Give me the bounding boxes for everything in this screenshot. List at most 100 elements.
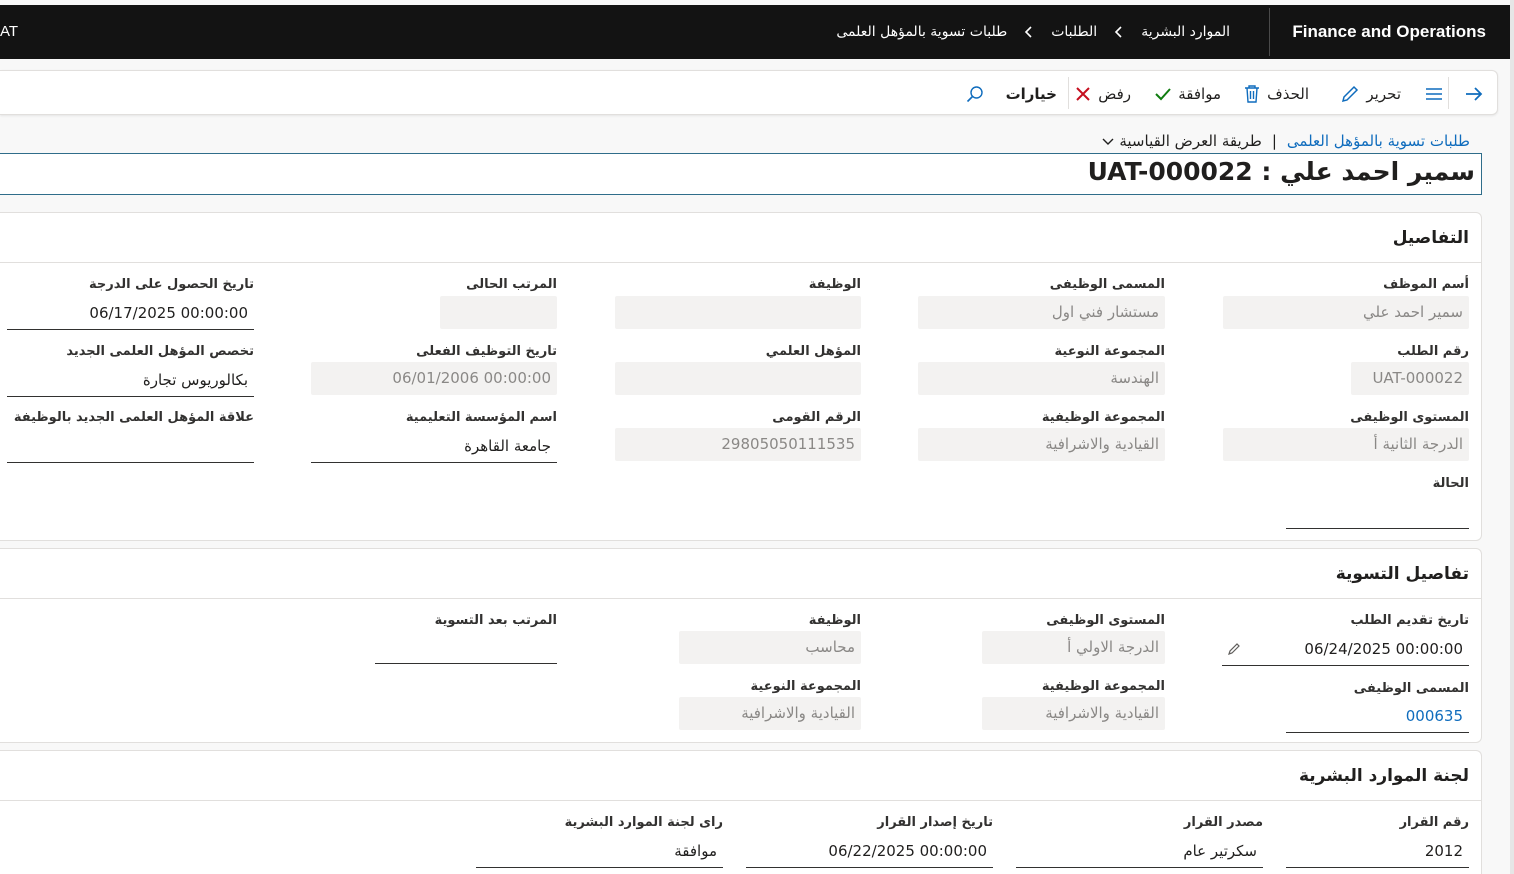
job-group-field: القيادية والاشرافية	[918, 428, 1165, 461]
hire-date-field: 06/01/2006 00:00:00	[311, 362, 557, 395]
record-title-box: سمير احمد علي : UAT-000022	[0, 153, 1482, 195]
section-divider	[0, 800, 1481, 801]
decision-number-label: رقم القرار	[1399, 815, 1469, 830]
details-section: التفاصيل أسم الموظف سمير احمد علي رقم ال…	[0, 212, 1482, 541]
menu-button[interactable]	[1423, 71, 1445, 116]
options-button[interactable]: خيارات	[1006, 71, 1057, 116]
request-number-field: UAT-000022	[1351, 362, 1469, 395]
qualification-field	[615, 362, 861, 395]
status-label: الحالة	[1432, 476, 1469, 491]
back-button[interactable]	[1463, 71, 1485, 116]
trash-icon	[1245, 84, 1260, 103]
settlement-job-group-label: المجموعة الوظيفية	[1041, 679, 1165, 694]
reject-button[interactable]: رفض	[1074, 71, 1131, 116]
hamburger-icon	[1426, 87, 1442, 100]
page-title: سمير احمد علي : UAT-000022	[1087, 157, 1475, 186]
view-label: طريقة العرض القياسية	[1119, 132, 1262, 150]
status-field[interactable]	[1286, 496, 1469, 529]
settlement-qualitative-group-label: المجموعة النوعية	[750, 679, 861, 694]
committee-opinion-field[interactable]: موافقة	[476, 835, 723, 868]
edit-label: تحرير	[1366, 84, 1401, 103]
settlement-job-level-label: المستوى الوظيفى	[1046, 613, 1165, 628]
new-specialization-field[interactable]: بكالوريوس تجارة	[7, 364, 254, 397]
toolbar-separator	[1448, 77, 1449, 109]
employee-name-label: أسم الموظف	[1383, 277, 1469, 292]
form-crumb-link[interactable]: طلبات تسوية بالمؤهل العلمى	[1287, 132, 1470, 150]
breadcrumb-item-requests[interactable]: الطلبات	[1051, 24, 1097, 40]
environment-label: AT	[0, 23, 19, 40]
submit-date-field[interactable]: 06/24/2025 00:00:00	[1222, 633, 1469, 666]
hire-date-label: تاريخ التوظيف الفعلى	[416, 344, 557, 359]
window-edge	[1510, 0, 1514, 874]
decision-number-field[interactable]: 2012	[1286, 835, 1469, 868]
settlement-section: تفاصيل التسوية تاريخ تقديم الطلب 06/24/2…	[0, 548, 1482, 743]
approve-label: موافقة	[1178, 84, 1221, 103]
relation-label: علاقة المؤهل العلمى الجديد بالوظيفة	[13, 410, 254, 425]
new-specialization-label: تخصص المؤهل العلمى الجديد	[66, 344, 254, 359]
breadcrumb-item-hr[interactable]: الموارد البشرية	[1141, 24, 1230, 40]
chevron-left-icon	[1115, 26, 1122, 38]
delete-label: الحذف	[1267, 84, 1309, 103]
position-field	[615, 296, 861, 329]
checkmark-icon	[1155, 87, 1171, 100]
settlement-position-field: محاسب	[679, 631, 861, 664]
decision-date-field[interactable]: 06/22/2025 00:00:00	[746, 835, 993, 868]
chevron-left-icon	[1025, 26, 1032, 38]
search-button[interactable]	[965, 71, 985, 116]
section-divider	[0, 262, 1481, 263]
degree-date-label: تاريخ الحصول على الدرجة	[89, 277, 254, 292]
toolbar-separator	[1068, 77, 1069, 109]
current-salary-label: المرتب الحالى	[466, 277, 557, 292]
settlement-job-title-field[interactable]: 000635	[1286, 700, 1469, 733]
job-title-label: المسمى الوظيفى	[1049, 277, 1165, 292]
request-number-label: رقم الطلب	[1397, 344, 1469, 359]
breadcrumb-item-qualification-requests[interactable]: طلبات تسوية بالمؤهل العلمى	[836, 24, 1007, 40]
degree-date-field[interactable]: 06/17/2025 00:00:00	[7, 297, 254, 330]
committee-opinion-label: راى لجنة الموارد البشرية	[564, 815, 723, 830]
view-selector[interactable]: طريقة العرض القياسية	[1101, 132, 1262, 150]
submit-date-label: تاريخ تقديم الطلب	[1350, 613, 1469, 628]
decision-source-label: مصدر القرار	[1183, 815, 1263, 830]
reject-label: رفض	[1098, 84, 1131, 103]
position-label: الوظيفة	[808, 277, 861, 292]
settlement-job-group-field: القيادية والاشرافية	[982, 697, 1165, 730]
job-level-field: الدرجة الثانية أ	[1223, 428, 1469, 461]
options-label: خيارات	[1005, 84, 1057, 103]
qualification-label: المؤهل العلمي	[765, 344, 861, 359]
form-breadcrumb: طلبات تسوية بالمؤهل العلمى | طريقة العرض…	[1101, 130, 1470, 152]
approve-button[interactable]: موافقة	[1154, 71, 1221, 116]
arrow-right-icon	[1466, 86, 1483, 101]
settlement-job-level-field: الدرجة الاولي أ	[982, 631, 1165, 664]
crumb-separator: |	[1271, 132, 1277, 150]
breadcrumb: الموارد البشرية الطلبات طلبات تسوية بالم…	[836, 5, 1230, 59]
settlement-position-label: الوظيفة	[808, 613, 861, 628]
employee-name-field: سمير احمد علي	[1223, 296, 1469, 329]
salary-after-label: المرتب بعد التسوية	[434, 613, 557, 628]
current-salary-field	[440, 296, 557, 329]
section-heading[interactable]: لجنة الموارد البشرية	[1299, 751, 1469, 801]
job-level-label: المستوى الوظيفى	[1350, 410, 1469, 425]
chevron-down-icon	[1102, 138, 1114, 145]
relation-field[interactable]	[7, 430, 254, 463]
national-id-field: 29805050111535	[615, 428, 861, 461]
national-id-label: الرقم القومى	[772, 410, 861, 425]
close-icon	[1076, 86, 1090, 101]
decision-date-label: تاريخ إصدار القرار	[877, 815, 993, 830]
job-title-field: مستشار فني اول	[918, 296, 1165, 329]
institution-label: اسم المؤسسة التعليمية	[405, 410, 557, 425]
delete-button[interactable]: الحذف	[1243, 71, 1309, 116]
qualitative-group-label: المجموعة النوعية	[1054, 344, 1165, 359]
qualitative-group-field: الهندسة	[918, 362, 1165, 395]
committee-section: لجنة الموارد البشرية رقم القرار 2012 مصد…	[0, 750, 1482, 874]
section-heading[interactable]: التفاصيل	[1393, 213, 1469, 263]
section-heading[interactable]: تفاصيل التسوية	[1336, 549, 1469, 599]
institution-field[interactable]: جامعة القاهرة	[311, 430, 557, 463]
app-title[interactable]: Finance and Operations	[1292, 5, 1486, 59]
search-icon	[966, 85, 983, 102]
salary-after-field[interactable]	[375, 631, 557, 664]
pencil-icon[interactable]	[1227, 642, 1241, 656]
edit-button[interactable]: تحرير	[1340, 71, 1401, 116]
section-divider	[0, 598, 1481, 599]
decision-source-field[interactable]: سكرتير عام	[1016, 835, 1263, 868]
topbar-divider	[1269, 8, 1270, 56]
